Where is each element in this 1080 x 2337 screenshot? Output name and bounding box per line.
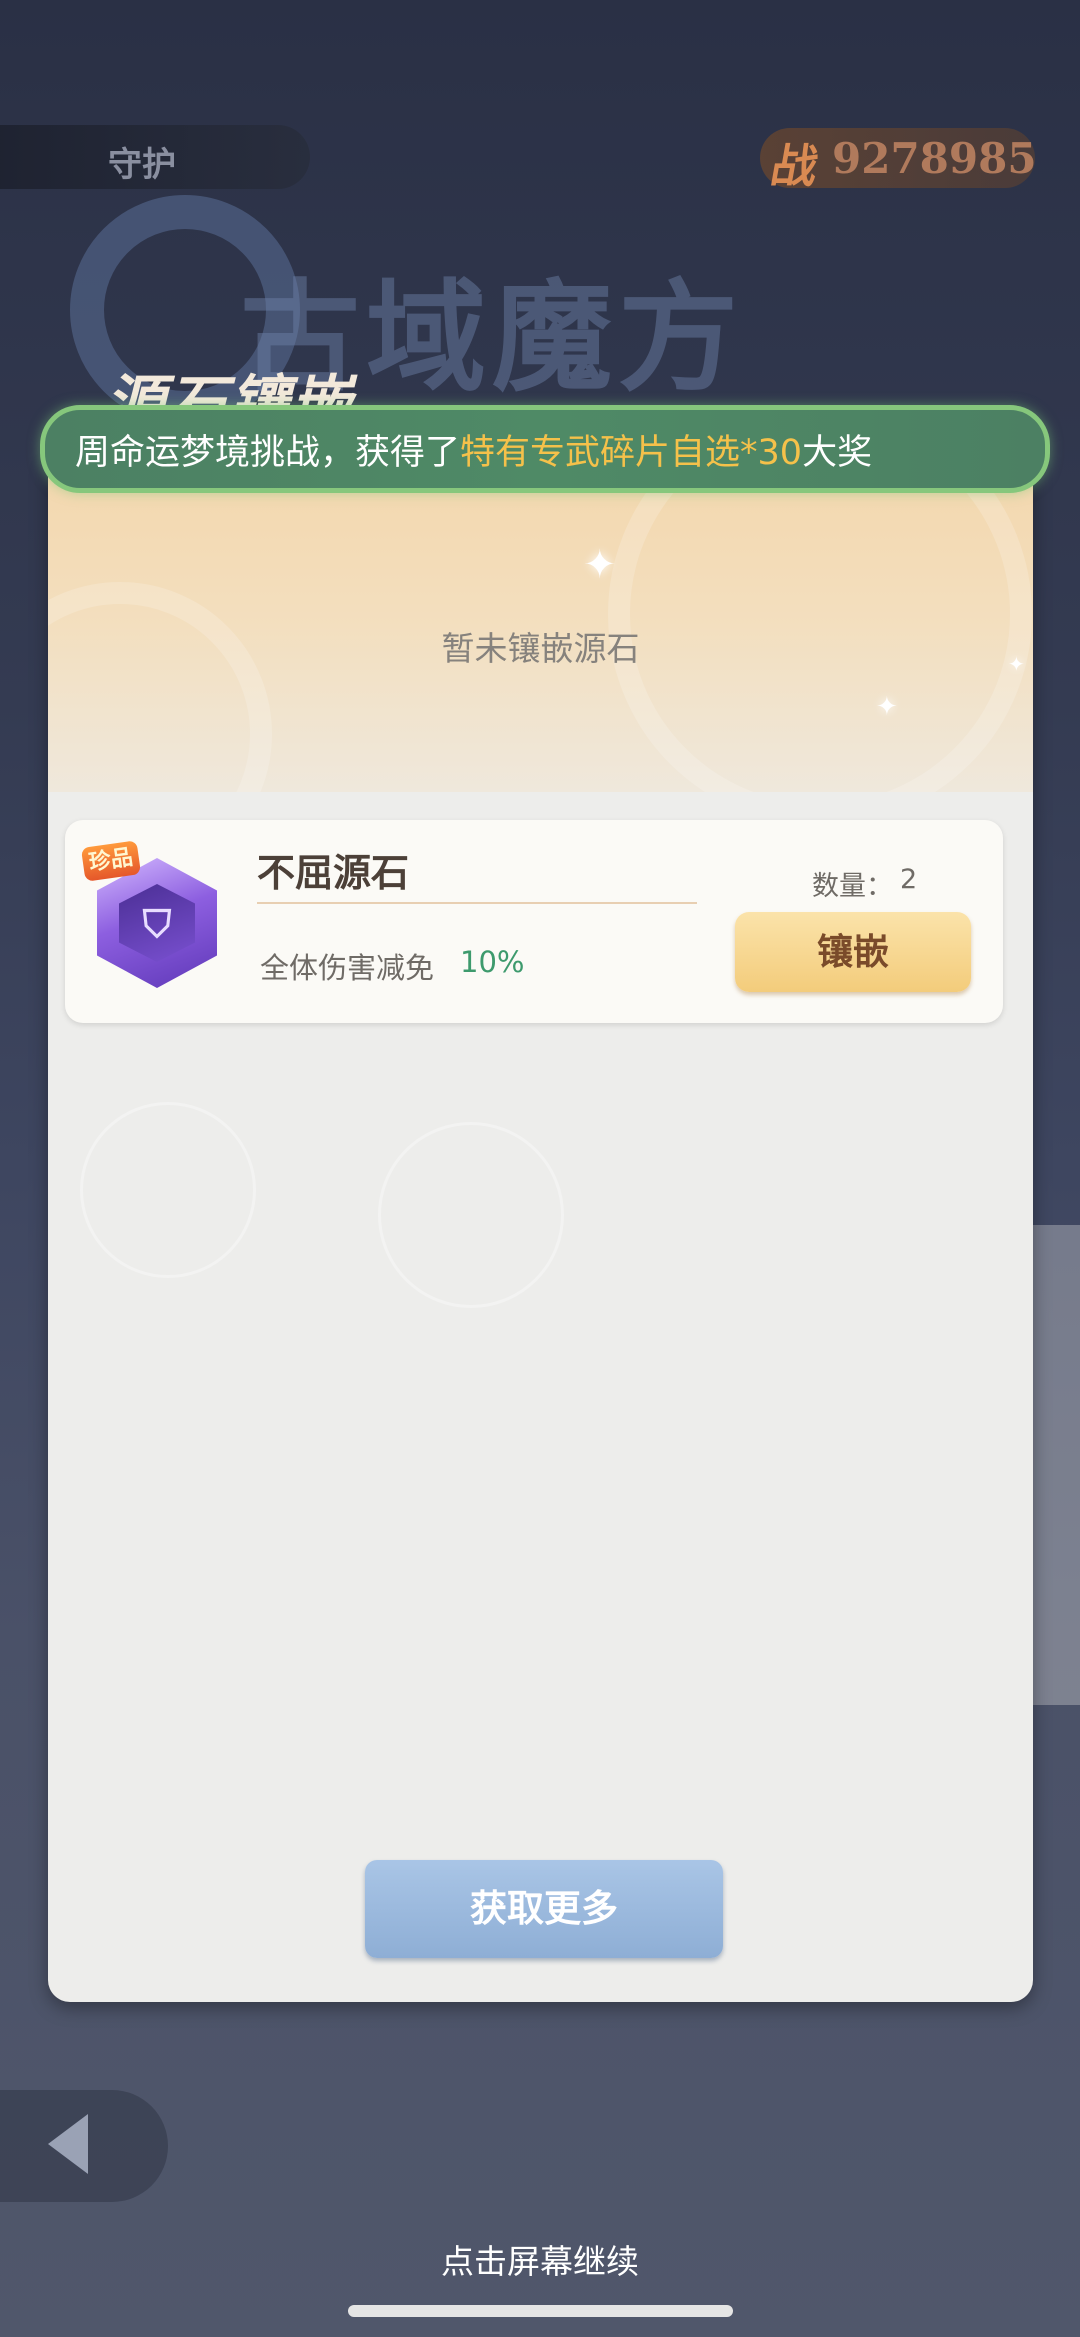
banner-text: 周命运梦境挑战，获得了特有专武碎片自选*30大奖: [75, 424, 872, 475]
item-effect-label: 全体伤害减免: [260, 951, 435, 985]
faded-slot-icon: [378, 1122, 564, 1308]
panel-header-area: ✦ ✦ ✦ 暂未镶嵌源石: [48, 462, 1033, 792]
sparkle-icon: ✦: [583, 542, 617, 588]
empty-slot-text: 暂未镶嵌源石: [441, 629, 640, 668]
quantity-label: 数量：: [812, 871, 893, 902]
reward-notification-banner: 周命运梦境挑战，获得了特有专武碎片自选*30大奖: [40, 405, 1050, 493]
get-more-button[interactable]: 获取更多: [365, 1860, 723, 1958]
guard-tab-label: 守护: [108, 145, 176, 185]
back-button[interactable]: [0, 2090, 168, 2202]
source-stone-panel: ✦ ✦ ✦ 暂未镶嵌源石: [48, 462, 1033, 2002]
shield-up-icon: ⛉: [142, 902, 172, 946]
guard-tab[interactable]: 守护: [0, 125, 310, 189]
item-name: 不屈源石: [257, 851, 410, 895]
quantity-value: 2: [900, 864, 918, 895]
item-divider: [257, 902, 697, 904]
home-indicator[interactable]: [348, 2305, 733, 2317]
combat-power-value: 9278985: [832, 134, 1037, 183]
tap-to-continue-text[interactable]: 点击屏幕继续: [0, 2235, 1080, 2283]
back-arrow-icon: [48, 2114, 88, 2174]
combat-power-icon: 战: [766, 139, 823, 193]
banner-text-suffix: 大奖: [802, 433, 873, 473]
banner-reward-highlight: 特有专武碎片自选*30: [460, 433, 803, 473]
item-effect-value: 10%: [460, 945, 525, 979]
combat-power-display: 战 9278985: [760, 128, 1037, 193]
background-side-panel: [1033, 1225, 1080, 1705]
faded-slot-icon: [80, 1102, 256, 1278]
inlay-button[interactable]: 镶嵌: [735, 912, 971, 992]
source-stone-item-card: ⛉ 珍品 不屈源石 全体伤害减免 10% 数量： 2 镶嵌: [65, 820, 1003, 1023]
decorative-ring-icon: [48, 582, 272, 792]
banner-text-prefix: 周命运梦境挑战，获得了: [75, 433, 461, 473]
sparkle-icon: ✦: [876, 692, 898, 722]
